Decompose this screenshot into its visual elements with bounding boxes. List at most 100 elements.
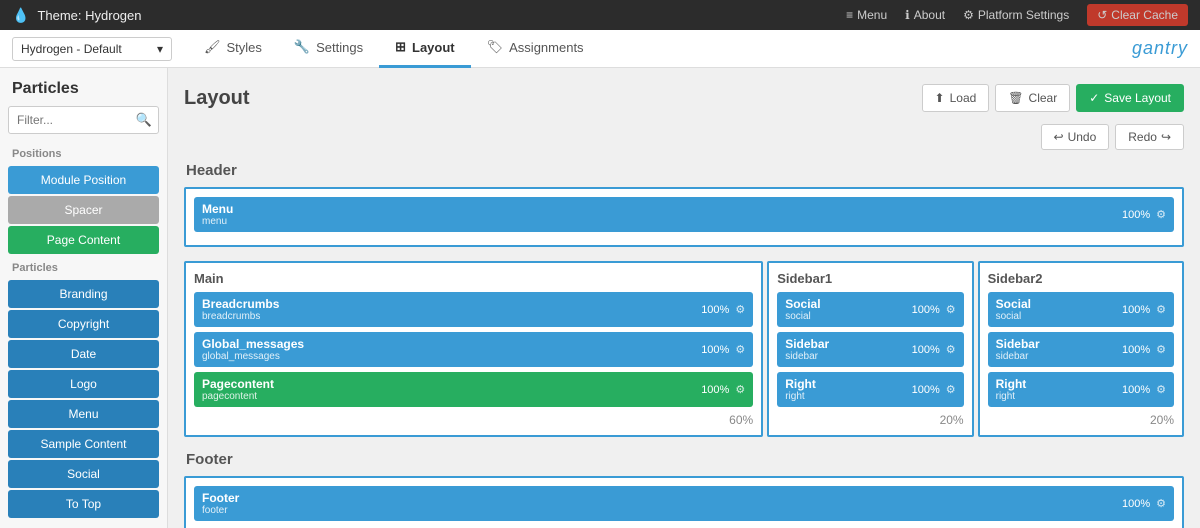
sidebar2-right-gear[interactable]: ⚙ [1156,383,1166,396]
footer-widget-gear[interactable]: ⚙ [1156,497,1166,510]
module-position-button[interactable]: Module Position [8,166,159,194]
header-full-width: Menu menu 100% ⚙ [184,187,1184,247]
sidebar1-social-widget[interactable]: Social social 100% ⚙ [777,292,963,327]
top-bar-left: 💧 Theme: Hydrogen [12,7,142,24]
top-bar-right: ≡ Menu ℹ About ⚙ Platform Settings ↺ Cle… [846,4,1188,26]
tab-layout[interactable]: ⊞ Layout [379,30,471,68]
top-bar: 💧 Theme: Hydrogen ≡ Menu ℹ About ⚙ Platf… [0,0,1200,30]
load-button[interactable]: ⬆ Load [922,84,990,112]
upload-icon: ⬆ [935,91,945,105]
menu-nav[interactable]: ≡ Menu [846,8,887,22]
sidebar2-sidebar-widget[interactable]: Sidebar sidebar 100% ⚙ [988,332,1174,367]
sidebar1-sidebar-widget[interactable]: Sidebar sidebar 100% ⚙ [777,332,963,367]
redo-button[interactable]: Redo ↪ [1115,124,1184,150]
pagecontent-widget[interactable]: Pagecontent pagecontent 100% ⚙ [194,372,753,407]
main-layout: Particles 🔍 Positions Module Position Sp… [0,68,1200,528]
theme-select[interactable]: Hydrogen - Default ▾ [12,37,172,61]
atoms-label: Atoms [0,522,167,528]
menu-icon: ≡ [846,8,853,22]
sidebar1-percent: 20% [777,413,963,427]
sidebar1-social-gear[interactable]: ⚙ [946,303,956,316]
about-nav[interactable]: ℹ About [905,8,945,22]
sidebar2-column: Sidebar2 Social social 100% ⚙ Si [978,261,1184,437]
trash-icon: 🗑 [1008,91,1023,105]
layout-header-row: Layout ⬆ Load 🗑 Clear ✓ Save Layout [184,84,1184,112]
to-top-button[interactable]: To Top [8,490,159,518]
redo-icon: ↪ [1161,130,1171,144]
header-section: Header Menu menu 100% ⚙ [184,162,1184,247]
breadcrumbs-gear[interactable]: ⚙ [735,303,745,316]
tab-settings[interactable]: 🔧 Settings [278,30,379,68]
theme-icon: 💧 [12,7,29,24]
wrench-icon: 🔧 [294,39,310,55]
footer-section-title: Footer [184,451,1184,468]
particles-panel: Particles 🔍 Positions Module Position Sp… [0,68,168,528]
settings-icon: ⚙ [963,8,974,22]
action-buttons: ⬆ Load 🗑 Clear ✓ Save Layout [922,84,1184,112]
footer-section: Footer Footer footer 100% ⚙ [184,451,1184,528]
menu-widget-gear[interactable]: ⚙ [1156,208,1166,221]
theme-label: Theme: Hydrogen [37,8,141,23]
social-button[interactable]: Social [8,460,159,488]
copyright-button[interactable]: Copyright [8,310,159,338]
sidebar2-social-widget[interactable]: Social social 100% ⚙ [988,292,1174,327]
logo-button[interactable]: Logo [8,370,159,398]
global-messages-widget[interactable]: Global_messages global_messages 100% ⚙ [194,332,753,367]
pagecontent-gear[interactable]: ⚙ [735,383,745,396]
info-icon: ℹ [905,8,910,22]
main-columns: Main Breadcrumbs breadcrumbs 100% ⚙ [184,261,1184,437]
global-messages-gear[interactable]: ⚙ [735,343,745,356]
footer-full-width: Footer footer 100% ⚙ [184,476,1184,528]
main-sidebar-section: Main Breadcrumbs breadcrumbs 100% ⚙ [184,261,1184,437]
sidebar2-social-gear[interactable]: ⚙ [1156,303,1166,316]
sidebar1-sidebar-gear[interactable]: ⚙ [946,343,956,356]
main-column: Main Breadcrumbs breadcrumbs 100% ⚙ [184,261,763,437]
undo-redo-row: ↩ Undo Redo ↪ [184,124,1184,150]
particles-panel-title: Particles [0,68,167,106]
undo-button[interactable]: ↩ Undo [1041,124,1110,150]
sidebar1-right-widget[interactable]: Right right 100% ⚙ [777,372,963,407]
menu-button[interactable]: Menu [8,400,159,428]
search-icon: 🔍 [130,107,158,133]
filter-bar: 🔍 [8,106,159,134]
sidebar2-title: Sidebar2 [988,271,1174,286]
branding-button[interactable]: Branding [8,280,159,308]
footer-widget[interactable]: Footer footer 100% ⚙ [194,486,1174,521]
filter-input[interactable] [9,108,130,132]
page-content-button[interactable]: Page Content [8,226,159,254]
tag-icon: 🏷 [487,39,504,55]
spacer-button[interactable]: Spacer [8,196,159,224]
sidebar2-right-widget[interactable]: Right right 100% ⚙ [988,372,1174,407]
tab-assignments[interactable]: 🏷 Assignments [471,30,600,68]
sidebar2-percent: 20% [988,413,1174,427]
sidebar2-sidebar-gear[interactable]: ⚙ [1156,343,1166,356]
gantry-logo: gantry [1132,38,1188,59]
layout-title: Layout [184,87,250,110]
sidebar1-title: Sidebar1 [777,271,963,286]
tab-nav: 🖌 Styles 🔧 Settings ⊞ Layout 🏷 Assignmen… [188,30,600,68]
check-icon: ✓ [1089,91,1099,105]
sub-bar: Hydrogen - Default ▾ 🖌 Styles 🔧 Settings… [0,30,1200,68]
refresh-icon: ↺ [1097,8,1107,22]
styles-icon: 🖌 [204,39,221,55]
content-area: Layout ⬆ Load 🗑 Clear ✓ Save Layout ↩ [168,68,1200,528]
tab-styles[interactable]: 🖌 Styles [188,30,278,68]
sample-content-button[interactable]: Sample Content [8,430,159,458]
particles-label: Particles [0,256,167,278]
positions-label: Positions [0,142,167,164]
main-column-title: Main [194,271,753,286]
breadcrumbs-widget[interactable]: Breadcrumbs breadcrumbs 100% ⚙ [194,292,753,327]
sidebar1-right-gear[interactable]: ⚙ [946,383,956,396]
undo-icon: ↩ [1054,130,1064,144]
header-section-title: Header [184,162,1184,179]
layout-icon: ⊞ [395,39,406,55]
chevron-down-icon: ▾ [157,42,163,56]
menu-widget[interactable]: Menu menu 100% ⚙ [194,197,1174,232]
clear-cache-button[interactable]: ↺ Clear Cache [1087,4,1188,26]
sidebar1-column: Sidebar1 Social social 100% ⚙ Si [767,261,973,437]
platform-settings-nav[interactable]: ⚙ Platform Settings [963,8,1069,22]
main-percent: 60% [194,413,753,427]
save-layout-button[interactable]: ✓ Save Layout [1076,84,1184,112]
date-button[interactable]: Date [8,340,159,368]
clear-button[interactable]: 🗑 Clear [995,84,1070,112]
